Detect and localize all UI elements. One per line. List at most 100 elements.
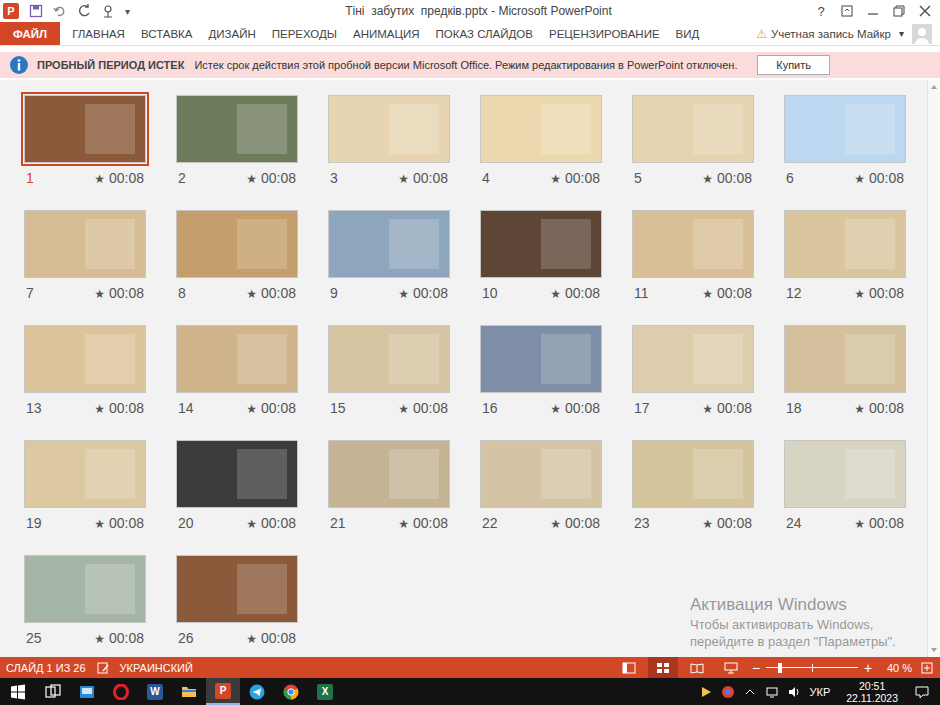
slide-thumbnail[interactable]	[24, 325, 146, 393]
zoom-slider[interactable]	[766, 662, 858, 674]
ribbon-tab[interactable]: АНИМАЦИЯ	[345, 22, 428, 45]
transition-mark[interactable]: ★	[702, 402, 713, 416]
input-language[interactable]: УКР	[809, 686, 830, 698]
transition-mark[interactable]: ★	[550, 517, 561, 531]
slide-thumbnail[interactable]	[176, 555, 298, 623]
slide-thumbnail[interactable]	[784, 440, 906, 508]
transition-mark[interactable]: ★	[550, 172, 561, 186]
undo-icon[interactable]	[53, 4, 67, 18]
transition-mark[interactable]: ★	[854, 517, 865, 531]
taskbar-app[interactable]	[274, 678, 308, 705]
restore-icon[interactable]	[892, 4, 906, 18]
media-icon[interactable]	[699, 685, 713, 699]
transition-mark[interactable]: ★	[94, 632, 105, 646]
ribbon-display-icon[interactable]	[840, 4, 854, 18]
slide-thumbnail[interactable]	[632, 95, 754, 163]
view-button[interactable]	[716, 657, 746, 678]
taskbar-app[interactable]	[172, 678, 206, 705]
volume-icon[interactable]	[787, 685, 801, 699]
account-menu[interactable]: ⚠ Учетная запись Майкр ▾	[756, 22, 940, 45]
taskbar-app[interactable]: P	[206, 678, 240, 705]
clock[interactable]: 20:51 22.11.2023	[846, 680, 898, 704]
slide-thumbnail[interactable]	[176, 210, 298, 278]
slide-thumbnail[interactable]	[632, 440, 754, 508]
start-button[interactable]	[0, 678, 36, 705]
slide-thumbnail[interactable]	[24, 95, 146, 163]
transition-mark[interactable]: ★	[854, 402, 865, 416]
transition-mark[interactable]: ★	[94, 402, 105, 416]
ribbon-tab[interactable]: ПОКАЗ СЛАЙДОВ	[428, 22, 541, 45]
slide-thumbnail[interactable]	[24, 440, 146, 508]
transition-mark[interactable]: ★	[702, 172, 713, 186]
network-icon[interactable]	[765, 685, 779, 699]
ribbon-tab[interactable]: ПЕРЕХОДЫ	[264, 22, 345, 45]
slide-thumbnail[interactable]	[176, 325, 298, 393]
slide-thumbnail[interactable]	[480, 95, 602, 163]
taskbar-app[interactable]	[240, 678, 274, 705]
slide-thumbnail[interactable]	[328, 95, 450, 163]
slide-thumbnail[interactable]	[784, 95, 906, 163]
language-indicator[interactable]: УКРАИНСКИЙ	[120, 662, 193, 674]
transition-mark[interactable]: ★	[398, 172, 409, 186]
touch-mode-icon[interactable]	[101, 4, 115, 18]
ribbon-tab[interactable]: ВСТАВКА	[133, 22, 201, 45]
transition-mark[interactable]: ★	[550, 402, 561, 416]
transition-mark[interactable]: ★	[854, 172, 865, 186]
transition-mark[interactable]: ★	[398, 402, 409, 416]
save-icon[interactable]	[29, 4, 43, 18]
chevron-up-icon[interactable]	[743, 685, 757, 699]
slide-thumbnail[interactable]	[480, 325, 602, 393]
notification-icon[interactable]	[914, 684, 930, 700]
ribbon-tab[interactable]: ВИД	[668, 22, 708, 45]
transition-mark[interactable]: ★	[702, 517, 713, 531]
slide-thumbnail[interactable]	[480, 210, 602, 278]
transition-mark[interactable]: ★	[94, 287, 105, 301]
scroll-down-icon[interactable]	[929, 645, 939, 655]
help-button[interactable]: ?	[814, 4, 828, 18]
taskbar-app[interactable]	[104, 678, 138, 705]
taskbar-app[interactable]	[36, 678, 70, 705]
view-button[interactable]	[614, 657, 644, 678]
zoom-slider-thumb[interactable]	[778, 663, 782, 673]
slide-thumbnail[interactable]	[24, 210, 146, 278]
slide-thumbnail[interactable]	[24, 555, 146, 623]
chrome-tray-icon[interactable]	[721, 685, 735, 699]
transition-mark[interactable]: ★	[246, 632, 257, 646]
transition-mark[interactable]: ★	[398, 517, 409, 531]
transition-mark[interactable]: ★	[398, 287, 409, 301]
taskbar-app[interactable]: W	[138, 678, 172, 705]
slide-thumbnail[interactable]	[632, 325, 754, 393]
customize-toolbar-button[interactable]: ▾	[125, 6, 130, 17]
transition-mark[interactable]: ★	[246, 517, 257, 531]
ribbon-tab[interactable]: ФАЙЛ	[0, 22, 60, 45]
transition-mark[interactable]: ★	[550, 287, 561, 301]
ribbon-tab[interactable]: ДИЗАЙН	[201, 22, 264, 45]
slide-thumbnail[interactable]	[784, 325, 906, 393]
transition-mark[interactable]: ★	[246, 402, 257, 416]
minimize-icon[interactable]	[866, 4, 880, 18]
slide-thumbnail[interactable]	[328, 210, 450, 278]
spellcheck-icon[interactable]	[96, 661, 110, 675]
view-button[interactable]	[682, 657, 712, 678]
taskbar-app[interactable]: X	[308, 678, 342, 705]
slide-thumbnail[interactable]	[632, 210, 754, 278]
scroll-up-icon[interactable]	[929, 82, 939, 92]
ribbon-tab[interactable]: РЕЦЕНЗИРОВАНИЕ	[541, 22, 668, 45]
transition-mark[interactable]: ★	[246, 287, 257, 301]
ribbon-tab[interactable]: ГЛАВНАЯ	[64, 22, 133, 45]
view-button[interactable]	[648, 657, 678, 678]
transition-mark[interactable]: ★	[94, 172, 105, 186]
slide-thumbnail[interactable]	[328, 325, 450, 393]
slide-thumbnail[interactable]	[176, 95, 298, 163]
fit-to-window-icon[interactable]	[920, 661, 934, 675]
avatar-icon[interactable]	[912, 24, 932, 44]
zoom-in-button[interactable]: +	[862, 660, 874, 676]
redo-icon[interactable]	[77, 4, 91, 18]
slide-thumbnail[interactable]	[784, 210, 906, 278]
transition-mark[interactable]: ★	[702, 287, 713, 301]
slide-thumbnail[interactable]	[480, 440, 602, 508]
powerpoint-icon[interactable]: P	[3, 3, 19, 19]
transition-mark[interactable]: ★	[854, 287, 865, 301]
slide-thumbnail[interactable]	[176, 440, 298, 508]
transition-mark[interactable]: ★	[94, 517, 105, 531]
